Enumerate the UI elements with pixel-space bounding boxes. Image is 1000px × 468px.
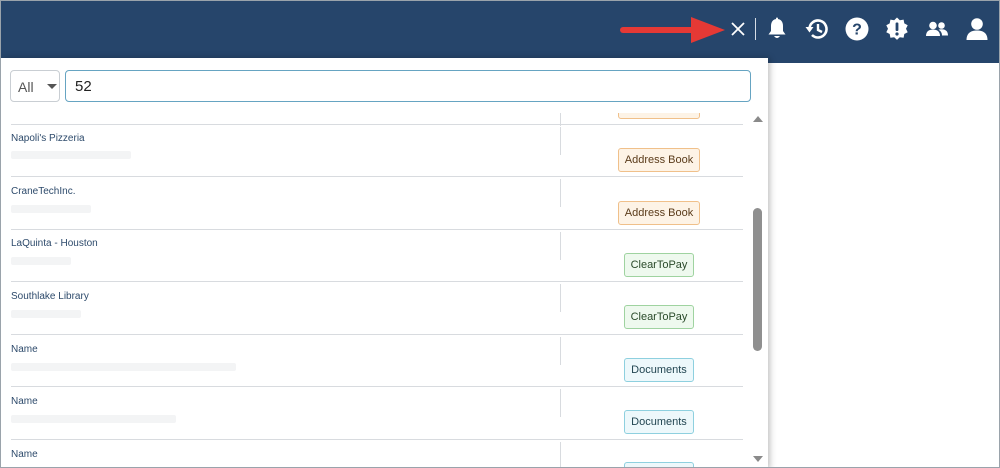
results-list: Address Book Napoli's Pizzeria Address B…	[1, 58, 751, 467]
column-divider	[560, 179, 561, 207]
search-bar: All	[1, 58, 768, 113]
scroll-down-arrow-icon[interactable]	[753, 456, 763, 462]
scrollbar-thumb[interactable]	[753, 208, 762, 351]
column-divider	[560, 284, 561, 312]
search-filter-select[interactable]: All	[10, 70, 60, 102]
result-detail-placeholder	[11, 363, 236, 371]
column-divider	[560, 337, 561, 365]
svg-text:?: ?	[852, 22, 862, 39]
row-divider	[11, 124, 743, 125]
user-icon[interactable]	[963, 15, 991, 43]
result-name[interactable]: Name	[11, 344, 38, 355]
source-badge[interactable]: ClearToPay	[624, 253, 694, 277]
column-divider	[560, 442, 561, 467]
row-divider	[11, 229, 743, 230]
caret-down-icon	[47, 84, 57, 89]
result-detail-placeholder	[11, 257, 71, 265]
results-scrollbar[interactable]	[751, 113, 765, 467]
result-name[interactable]: Name	[11, 396, 38, 407]
scroll-up-arrow-icon[interactable]	[753, 116, 763, 122]
column-divider	[560, 389, 561, 417]
row-divider	[11, 439, 743, 440]
source-badge[interactable]: Address Book	[618, 148, 700, 172]
red-arrow-annotation-icon	[620, 17, 725, 43]
bell-icon[interactable]	[763, 15, 791, 43]
top-navigation-bar: ?	[1, 1, 999, 58]
search-input[interactable]	[65, 70, 751, 102]
result-detail-placeholder	[11, 151, 131, 159]
result-detail-placeholder	[11, 205, 91, 213]
history-icon[interactable]	[803, 15, 831, 43]
close-icon[interactable]	[728, 19, 748, 39]
result-name[interactable]: LaQuinta - Houston	[11, 238, 98, 249]
result-name[interactable]: Name	[11, 449, 38, 460]
result-name[interactable]: Southlake Library	[11, 291, 89, 302]
people-icon[interactable]	[923, 15, 951, 43]
source-badge[interactable]: Address Book	[618, 201, 700, 225]
search-filter-value: All	[18, 79, 34, 95]
row-divider	[11, 386, 743, 387]
source-badge[interactable]: Documents	[624, 358, 694, 382]
source-badge[interactable]	[624, 462, 694, 467]
row-divider	[11, 334, 743, 335]
toolbar-divider	[755, 18, 756, 40]
result-detail-placeholder	[11, 415, 176, 423]
source-badge[interactable]: ClearToPay	[624, 305, 694, 329]
help-icon[interactable]: ?	[843, 15, 871, 43]
source-badge[interactable]: Documents	[624, 410, 694, 434]
app-window: ? Address Book Napoli's Pizzeria	[0, 0, 1000, 468]
result-name[interactable]: Napoli's Pizzeria	[11, 133, 85, 144]
alert-badge-icon[interactable]	[883, 15, 911, 43]
row-divider	[11, 176, 743, 177]
result-detail-placeholder	[11, 310, 81, 318]
row-divider	[11, 281, 743, 282]
search-results-panel: Address Book Napoli's Pizzeria Address B…	[1, 58, 768, 467]
result-name[interactable]: CraneTechInc.	[11, 186, 75, 197]
column-divider	[560, 232, 561, 260]
column-divider	[560, 127, 561, 155]
